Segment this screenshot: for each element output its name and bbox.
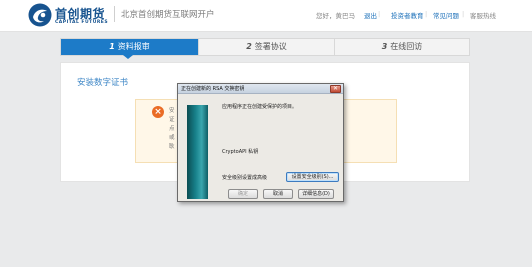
dialog-side-graphic	[187, 105, 208, 199]
rsa-key-dialog: 正在创建新的 RSA 交换密钥 ✕ 应用程序正在创建受保护的项目。 Crypto…	[177, 83, 344, 202]
security-level-text: 安全级别设置成高级	[222, 175, 268, 181]
logo-subtext: CAPITAL FUTURES	[55, 20, 109, 25]
tab-profile-review[interactable]: 1 资料报审	[61, 39, 198, 59]
dialog-title: 正在创建新的 RSA 交换密钥	[181, 86, 245, 92]
notice-text: 安 证 点 或 耿	[169, 107, 175, 152]
site-title: 北京首创期货互联网开户	[121, 10, 215, 20]
ok-button[interactable]: 确定	[228, 189, 258, 199]
nav-separator: |	[425, 10, 428, 18]
tab-number: 3	[381, 42, 388, 51]
site-header: 首创期货 CAPITAL FUTURES 北京首创期货互联网开户 您好，黄巴马 …	[0, 0, 532, 32]
hotline-text: 客服热线	[470, 12, 496, 20]
cancel-button[interactable]: 取消	[263, 189, 293, 199]
details-button[interactable]: 详细信息(D)	[298, 189, 334, 199]
set-security-level-button[interactable]: 设置安全级别(S)...	[286, 172, 339, 182]
tab-number: 2	[246, 42, 252, 51]
page-title: 安装数字证书	[77, 78, 129, 88]
header-divider	[114, 6, 115, 22]
error-icon: ×	[152, 106, 164, 118]
logo[interactable]: 首创期货 CAPITAL FUTURES	[28, 3, 118, 29]
notice-line: 证	[169, 117, 175, 123]
notice-line: 或	[169, 135, 175, 141]
step-tabs: 1 资料报审 2 签署协议 3 在线回访	[60, 38, 470, 59]
faq-link[interactable]: 常见问题	[433, 10, 459, 20]
tab-label: 签署协议	[254, 42, 287, 51]
investor-education-link[interactable]: 投资者教育	[391, 10, 424, 20]
greeting-text: 您好，黄巴马	[316, 12, 355, 20]
notice-line: 耿	[169, 144, 175, 150]
tab-label: 在线回访	[390, 42, 423, 51]
tab-online-callback[interactable]: 3 在线回访	[334, 39, 469, 55]
tab-number: 1	[109, 42, 115, 51]
logo-icon	[28, 3, 52, 27]
close-icon: ✕	[332, 85, 339, 92]
dialog-titlebar[interactable]: 正在创建新的 RSA 交换密钥 ✕	[178, 84, 343, 94]
tab-sign-agreement[interactable]: 2 签署协议	[198, 39, 334, 55]
tab-label: 资料报审	[117, 42, 150, 51]
nav-separator: |	[462, 10, 465, 18]
key-description: CryptoAPI 私钥	[222, 149, 259, 155]
logout-link[interactable]: 退出	[364, 10, 377, 20]
close-button[interactable]: ✕	[330, 85, 341, 93]
notice-line: 点	[169, 126, 175, 132]
nav-separator: |	[378, 10, 381, 18]
notice-line: 安	[169, 108, 175, 114]
dialog-message: 应用程序正在创建受保护的项目。	[222, 104, 298, 110]
